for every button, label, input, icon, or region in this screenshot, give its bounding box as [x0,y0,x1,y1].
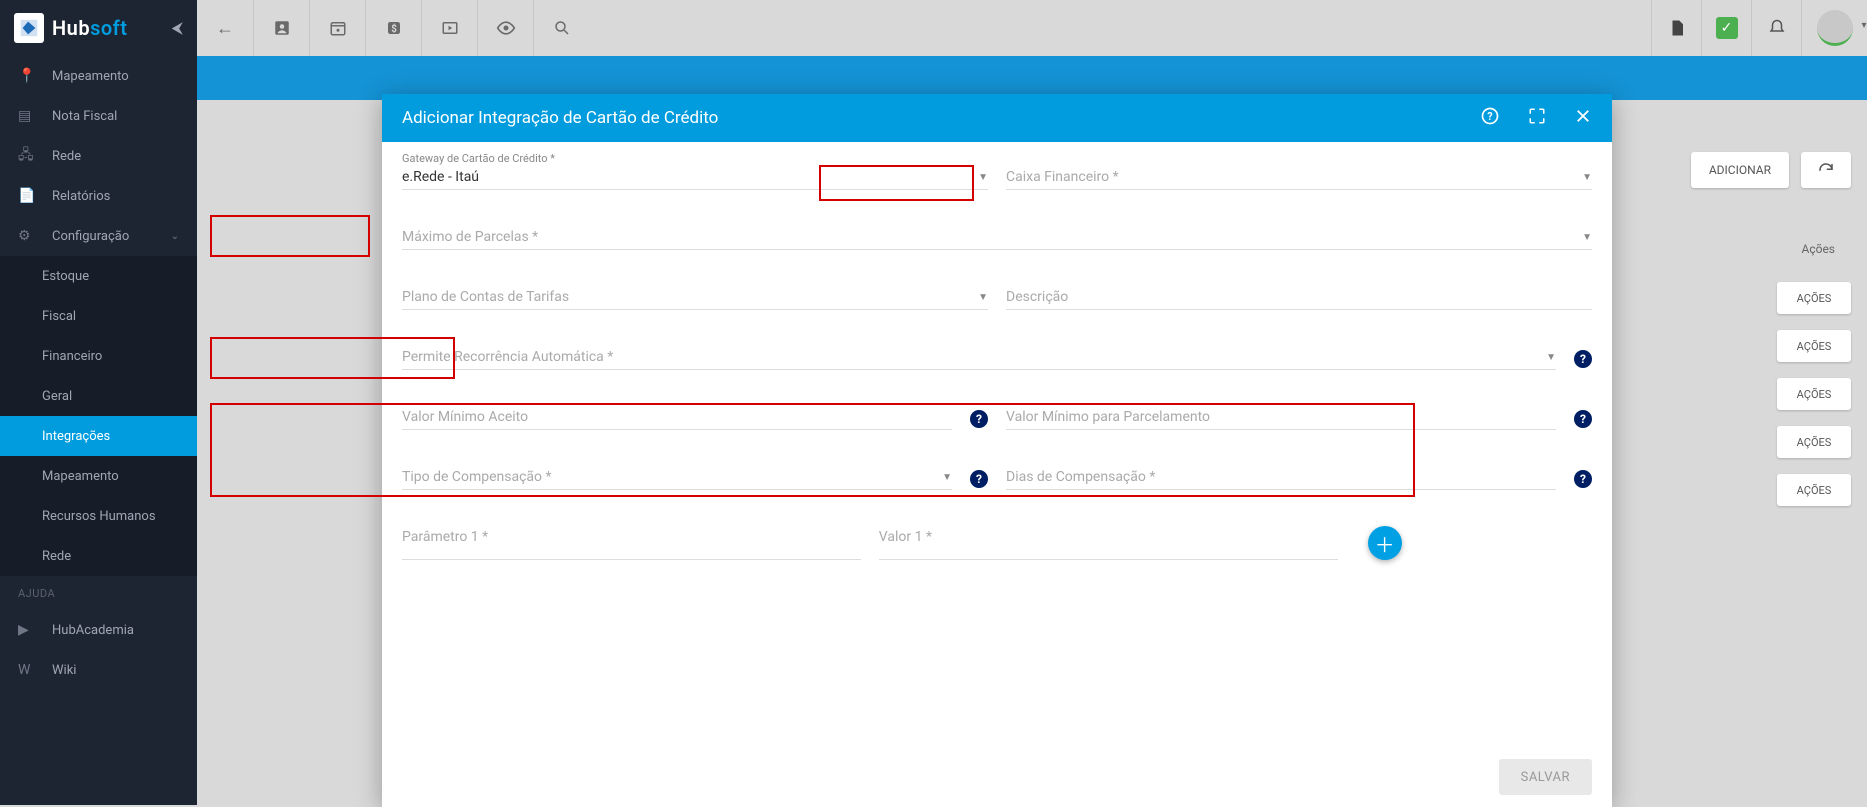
topbar-avatar-button[interactable] [1801,0,1867,56]
topbar-pdf-button[interactable] [1651,0,1701,56]
topbar-back-button[interactable]: ← [197,0,253,56]
sidebar-item-relatorios[interactable]: 📄Relatórios [0,176,197,216]
avatar-icon [1817,10,1853,46]
field-descricao[interactable]: Descrição [1006,286,1592,310]
field-valor-1[interactable]: Valor 1 * [879,526,1338,560]
row-actions-button[interactable]: AÇÕES [1777,330,1851,362]
topbar-bell-button[interactable] [1751,0,1801,56]
document-icon: 📄 [18,188,34,204]
dropdown-icon: ▼ [978,172,988,183]
sidebar-sub-rede[interactable]: Rede [0,536,197,576]
sidebar-sub-integracoes[interactable]: Integrações [0,416,197,456]
dropdown-icon: ▼ [1582,232,1592,243]
list-icon: ▤ [18,108,34,124]
network-icon: 🖧 [18,144,34,168]
modal-fullscreen-icon[interactable] [1528,107,1546,130]
topbar-check-button[interactable]: ✓ [1701,0,1751,56]
field-parametro-1[interactable]: Parâmetro 1 * [402,526,861,560]
pin-icon: 📍 [18,68,34,84]
modal-title: Adicionar Integração de Cartão de Crédit… [402,108,718,128]
field-gateway[interactable]: Gateway de Cartão de Crédito * e.Rede - … [402,166,988,190]
dropdown-icon: ▼ [1582,172,1592,183]
sidebar-sub-financeiro[interactable]: Financeiro [0,336,197,376]
modal-body: Gateway de Cartão de Crédito * e.Rede - … [382,142,1612,747]
logo-text-hub: Hub [52,16,90,40]
modal-footer: SALVAR [382,747,1612,807]
field-plano-contas[interactable]: Plano de Contas de Tarifas ▼ [402,286,988,310]
sidebar-item-configuracao[interactable]: ⚙Configuração [0,216,197,256]
row-actions-button[interactable]: AÇÕES [1777,474,1851,506]
field-caixa-financeiro[interactable]: Caixa Financeiro * ▼ [1006,166,1592,190]
row-actions-button[interactable]: AÇÕES [1777,426,1851,458]
logo-bar: Hubsoft ⮜ [0,0,197,56]
sidebar-item-rede[interactable]: 🖧Rede [0,136,197,176]
save-button[interactable]: SALVAR [1499,759,1592,795]
sidebar-sub-geral[interactable]: Geral [0,376,197,416]
topbar-contact-button[interactable] [253,0,309,56]
topbar-eye-button[interactable] [477,0,533,56]
help-icon[interactable]: ? [1574,350,1592,368]
field-valor-minimo-aceito[interactable]: Valor Mínimo Aceito [402,406,952,430]
modal-close-icon[interactable] [1574,107,1592,130]
dropdown-icon: ▼ [978,292,988,303]
field-dias-compensacao[interactable]: Dias de Compensação * [1006,466,1556,490]
dropdown-icon: ▼ [1546,352,1556,363]
sidebar-sub-recursos-humanos[interactable]: Recursos Humanos [0,496,197,536]
sidebar-submenu-configuracao: Estoque Fiscal Financeiro Geral Integraç… [0,256,197,576]
sidebar-sub-mapeamento[interactable]: Mapeamento [0,456,197,496]
check-icon: ✓ [1716,17,1738,39]
modal-help-icon[interactable]: ? [1480,106,1500,131]
field-recorrencia[interactable]: Permite Recorrência Automática * ▼ [402,346,1556,370]
sidebar-item-nota-fiscal[interactable]: ▤Nota Fiscal [0,96,197,136]
add-button[interactable]: ADICIONAR [1691,152,1789,188]
gear-icon: ⚙ [18,228,34,244]
field-gateway-value: e.Rede - Itaú [402,169,479,185]
modal-add-cc-integration: Adicionar Integração de Cartão de Crédit… [382,94,1612,807]
refresh-button[interactable] [1801,152,1851,188]
row-actions-button[interactable]: AÇÕES [1777,378,1851,410]
sidebar: Hubsoft ⮜ 📍Mapeamento ▤Nota Fiscal 🖧Rede… [0,0,197,805]
row-actions-button[interactable]: AÇÕES [1777,282,1851,314]
sidebar-item-wiki[interactable]: WWiki [0,650,197,690]
topbar-search-button[interactable] [533,0,589,56]
field-tipo-compensacao[interactable]: Tipo de Compensação * ▼ [402,466,952,490]
sidebar-sub-fiscal[interactable]: Fiscal [0,296,197,336]
sidebar-item-hubacademia[interactable]: ▶HubAcademia [0,610,197,650]
topbar: ← $ ✓ [197,0,1867,56]
play-icon: ▶ [18,622,34,638]
topbar-media-button[interactable] [421,0,477,56]
dropdown-icon: ▼ [942,472,952,483]
sidebar-section-ajuda: AJUDA [0,576,197,610]
help-icon[interactable]: ? [970,410,988,428]
svg-text:?: ? [1487,110,1492,123]
svg-text:$: $ [391,24,397,35]
modal-header: Adicionar Integração de Cartão de Crédit… [382,94,1612,142]
column-header-acoes: Ações [1801,242,1835,256]
topbar-calendar-button[interactable] [309,0,365,56]
sidebar-sub-estoque[interactable]: Estoque [0,256,197,296]
help-icon[interactable]: ? [970,470,988,488]
topbar-money-button[interactable]: $ [365,0,421,56]
logo-icon [14,13,44,43]
field-maximo-parcelas[interactable]: Máximo de Parcelas * ▼ [402,226,1592,250]
sidebar-collapse-icon[interactable]: ⮜ [172,18,183,38]
sidebar-item-mapeamento[interactable]: 📍Mapeamento [0,56,197,96]
field-valor-minimo-parcelamento[interactable]: Valor Mínimo para Parcelamento [1006,406,1556,430]
add-parameter-button[interactable]: ＋ [1368,526,1402,560]
help-icon[interactable]: ? [1574,470,1592,488]
wiki-icon: W [18,662,34,678]
logo-text-soft: soft [90,16,127,40]
help-icon[interactable]: ? [1574,410,1592,428]
